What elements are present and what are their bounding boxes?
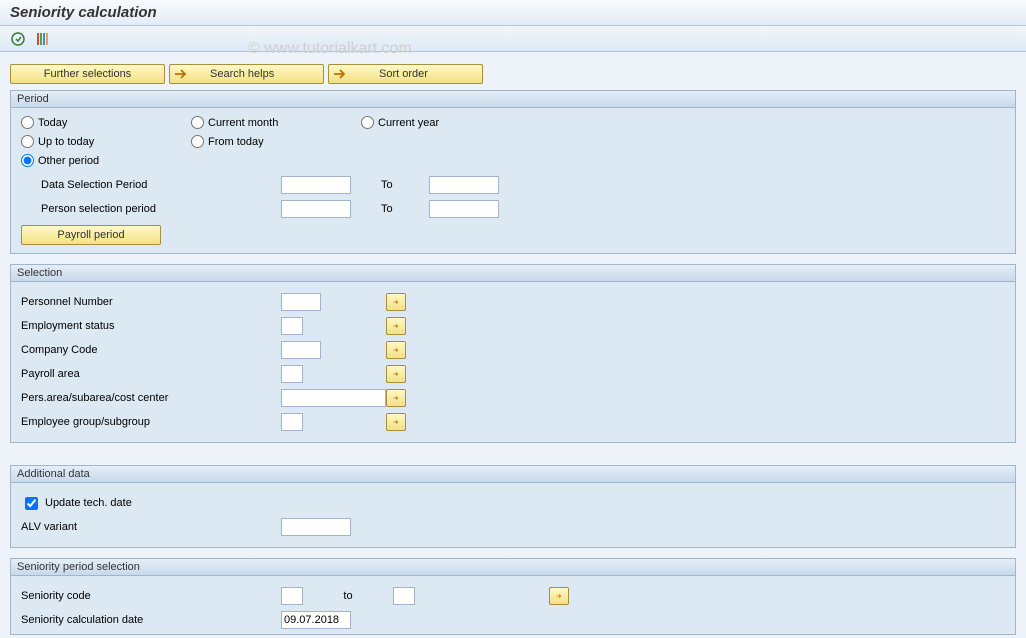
seniority-header: Seniority period selection	[11, 559, 1015, 576]
company-code-input[interactable]	[281, 341, 321, 359]
page-title: Seniority calculation	[0, 0, 1026, 26]
alv-variant-label: ALV variant	[21, 521, 281, 533]
to-label: To	[381, 203, 423, 215]
seniority-panel: Seniority period selection Seniority cod…	[10, 558, 1016, 635]
employment-status-options-button[interactable]	[386, 317, 406, 335]
payroll-area-input[interactable]	[281, 365, 303, 383]
seniority-calc-date-label: Seniority calculation date	[21, 614, 281, 626]
radio-up-to-today[interactable]: Up to today	[21, 135, 191, 148]
seniority-code-from-input[interactable]	[281, 587, 303, 605]
sort-order-button[interactable]: Sort order	[328, 64, 483, 84]
further-selections-button[interactable]: Further selections	[10, 64, 165, 84]
main-toolbar	[0, 26, 1026, 52]
radio-from-today[interactable]: From today	[191, 135, 361, 148]
arrow-right-icon	[333, 68, 347, 80]
to-label: To	[381, 179, 423, 191]
alv-variant-input[interactable]	[281, 518, 351, 536]
radio-today[interactable]: Today	[21, 116, 191, 129]
radio-other-period[interactable]: Other period	[21, 154, 191, 167]
update-tech-label: Update tech. date	[45, 497, 132, 509]
execute-icon[interactable]	[10, 31, 26, 47]
personnel-number-input[interactable]	[281, 293, 321, 311]
pers-area-input[interactable]	[281, 389, 386, 407]
employee-group-label: Employee group/subgroup	[21, 416, 281, 428]
data-period-from-input[interactable]	[281, 176, 351, 194]
person-period-from-input[interactable]	[281, 200, 351, 218]
color-bars-icon[interactable]	[34, 31, 50, 47]
search-helps-button[interactable]: Search helps	[169, 64, 324, 84]
payroll-area-options-button[interactable]	[386, 365, 406, 383]
radio-current-month[interactable]: Current month	[191, 116, 361, 129]
period-panel: Period Today Current month Current year …	[10, 90, 1016, 254]
additional-data-panel: Additional data Update tech. date ALV va…	[10, 465, 1016, 548]
personnel-number-label: Personnel Number	[21, 296, 281, 308]
selection-panel: Selection Personnel Number Employment st…	[10, 264, 1016, 443]
seniority-code-label: Seniority code	[21, 590, 281, 602]
company-code-label: Company Code	[21, 344, 281, 356]
person-selection-period-label: Person selection period	[21, 203, 281, 215]
pers-area-label: Pers.area/subarea/cost center	[21, 392, 281, 404]
to-label: to	[303, 590, 393, 602]
seniority-calc-date-input[interactable]	[281, 611, 351, 629]
employee-group-options-button[interactable]	[386, 413, 406, 431]
employee-group-input[interactable]	[281, 413, 303, 431]
seniority-code-to-input[interactable]	[393, 587, 415, 605]
employment-status-label: Employment status	[21, 320, 281, 332]
arrow-right-icon	[174, 68, 188, 80]
payroll-area-label: Payroll area	[21, 368, 281, 380]
update-tech-checkbox[interactable]	[25, 497, 38, 510]
additional-header: Additional data	[11, 466, 1015, 483]
payroll-period-button[interactable]: Payroll period	[21, 225, 161, 245]
data-period-to-input[interactable]	[429, 176, 499, 194]
period-header: Period	[11, 91, 1015, 108]
company-code-options-button[interactable]	[386, 341, 406, 359]
personnel-number-options-button[interactable]	[386, 293, 406, 311]
radio-current-year[interactable]: Current year	[361, 116, 531, 129]
seniority-code-options-button[interactable]	[549, 587, 569, 605]
selection-header: Selection	[11, 265, 1015, 282]
data-selection-period-label: Data Selection Period	[21, 179, 281, 191]
employment-status-input[interactable]	[281, 317, 303, 335]
person-period-to-input[interactable]	[429, 200, 499, 218]
pers-area-options-button[interactable]	[386, 389, 406, 407]
